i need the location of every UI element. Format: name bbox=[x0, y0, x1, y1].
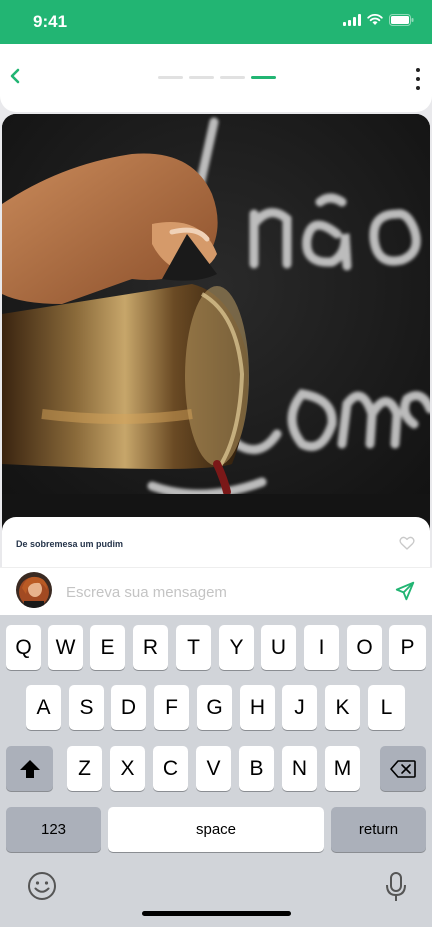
key-k[interactable]: K bbox=[325, 685, 360, 730]
more-options-icon[interactable] bbox=[412, 68, 424, 90]
key-v[interactable]: V bbox=[196, 746, 231, 791]
post-caption: De sobremesa um pudim bbox=[16, 539, 124, 549]
home-indicator[interactable] bbox=[142, 911, 291, 916]
microphone-icon[interactable] bbox=[384, 871, 408, 903]
key-u[interactable]: U bbox=[261, 625, 296, 670]
key-n[interactable]: N bbox=[282, 746, 317, 791]
key-o[interactable]: O bbox=[347, 625, 382, 670]
backspace-icon bbox=[390, 759, 416, 778]
return-key[interactable]: return bbox=[331, 807, 426, 852]
post-photo bbox=[2, 114, 430, 544]
key-x[interactable]: X bbox=[110, 746, 145, 791]
key-z[interactable]: Z bbox=[67, 746, 102, 791]
backspace-key[interactable] bbox=[380, 746, 426, 791]
space-key[interactable]: space bbox=[108, 807, 324, 852]
progress-segment bbox=[158, 76, 183, 79]
story-header bbox=[0, 44, 432, 112]
key-i[interactable]: I bbox=[304, 625, 339, 670]
key-r[interactable]: R bbox=[133, 625, 168, 670]
key-t[interactable]: T bbox=[176, 625, 211, 670]
key-g[interactable]: G bbox=[197, 685, 232, 730]
key-b[interactable]: B bbox=[239, 746, 274, 791]
key-h[interactable]: H bbox=[240, 685, 275, 730]
numbers-key[interactable]: 123 bbox=[6, 807, 101, 852]
key-a[interactable]: A bbox=[26, 685, 61, 730]
status-icons bbox=[343, 14, 414, 26]
cellular-signal-icon bbox=[343, 14, 361, 26]
progress-segment-active bbox=[251, 76, 276, 79]
milk-pitcher bbox=[2, 284, 249, 496]
wifi-icon bbox=[367, 14, 383, 25]
key-d[interactable]: D bbox=[111, 685, 146, 730]
key-l[interactable]: L bbox=[368, 685, 405, 730]
key-q[interactable]: Q bbox=[6, 625, 41, 670]
key-m[interactable]: M bbox=[325, 746, 360, 791]
avatar[interactable] bbox=[16, 572, 52, 608]
shift-key[interactable] bbox=[6, 746, 53, 791]
message-composer bbox=[0, 567, 432, 615]
status-time: 9:41 bbox=[33, 12, 68, 31]
post-caption-card: De sobremesa um pudim bbox=[2, 517, 430, 567]
key-s[interactable]: S bbox=[69, 685, 104, 730]
key-c[interactable]: C bbox=[153, 746, 188, 791]
on-screen-keyboard: Q W E R T Y U I O P A S D F G H J K L Z … bbox=[0, 615, 432, 927]
status-bar: 9:41 bbox=[0, 0, 432, 44]
send-icon[interactable] bbox=[394, 580, 416, 602]
back-chevron-icon[interactable] bbox=[5, 64, 29, 88]
emoji-icon[interactable] bbox=[27, 871, 57, 901]
key-y[interactable]: Y bbox=[219, 625, 254, 670]
battery-icon bbox=[389, 14, 414, 26]
progress-segment bbox=[189, 76, 214, 79]
shift-arrow-icon bbox=[19, 759, 40, 778]
key-j[interactable]: J bbox=[282, 685, 317, 730]
progress-segment bbox=[220, 76, 245, 79]
key-w[interactable]: W bbox=[48, 625, 83, 670]
message-input[interactable] bbox=[66, 580, 366, 604]
key-f[interactable]: F bbox=[154, 685, 189, 730]
post-image bbox=[2, 114, 430, 544]
story-progress bbox=[158, 76, 276, 79]
heart-icon[interactable] bbox=[398, 534, 416, 552]
key-p[interactable]: P bbox=[389, 625, 426, 670]
key-e[interactable]: E bbox=[90, 625, 125, 670]
